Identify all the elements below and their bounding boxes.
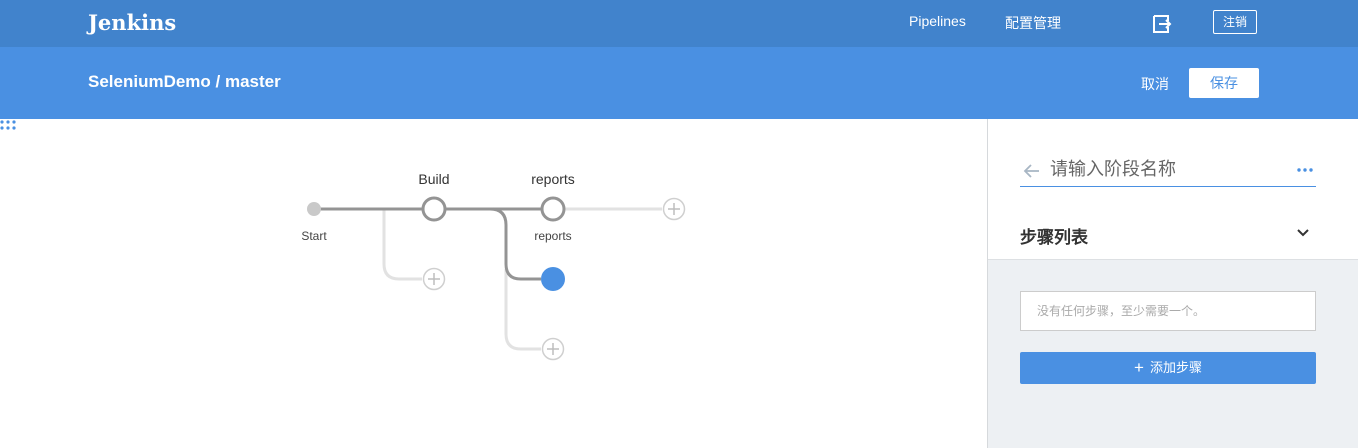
- start-node: [307, 202, 321, 216]
- top-nav-bar: Jenkins Pipelines 配置管理 注销: [0, 0, 1358, 47]
- add-step-button[interactable]: + 添加步骤: [1020, 352, 1316, 384]
- connector-add-parallel-build: [382, 209, 422, 281]
- jenkins-logo[interactable]: Jenkins: [88, 10, 176, 35]
- nav-link-admin[interactable]: 配置管理: [1005, 13, 1061, 33]
- plus-icon: +: [1134, 358, 1144, 377]
- empty-steps-message: 没有任何步骤，至少需要一个。: [1020, 291, 1316, 331]
- arrow-left-icon[interactable]: [1022, 161, 1042, 181]
- grip-dots-icon[interactable]: [0, 119, 16, 131]
- connector-add-parallel-reports: [504, 269, 541, 351]
- steps-section-title[interactable]: 步骤列表: [1020, 223, 1088, 248]
- panel-header: 步骤列表: [988, 119, 1358, 260]
- add-stage-icon[interactable]: [662, 197, 686, 221]
- pipeline-header-bar: SeleniumDemo / master 取消 保存: [0, 47, 1358, 119]
- stage-config-panel: 步骤列表 没有任何步骤，至少需要一个。 + 添加步骤: [987, 119, 1358, 448]
- input-underline: [1020, 186, 1316, 187]
- stage-node-reports[interactable]: [540, 196, 566, 222]
- logout-button[interactable]: 注销: [1213, 10, 1257, 34]
- pipeline-graph-canvas: Build reports Start reports: [0, 119, 987, 448]
- pipeline-graph: [307, 196, 686, 361]
- ellipsis-icon[interactable]: [1297, 167, 1313, 173]
- chevron-down-icon[interactable]: [1296, 226, 1310, 240]
- page-title: SeleniumDemo / master: [88, 72, 281, 91]
- start-label: Start: [301, 229, 327, 243]
- nav-link-pipelines[interactable]: Pipelines: [909, 13, 966, 29]
- node-label-reports: reports: [534, 229, 572, 243]
- add-parallel-build-icon[interactable]: [422, 267, 446, 291]
- cancel-button[interactable]: 取消: [1141, 74, 1169, 94]
- add-parallel-reports-icon[interactable]: [541, 337, 565, 361]
- stage-label-build[interactable]: Build: [418, 171, 449, 187]
- sign-out-icon[interactable]: [1151, 13, 1173, 35]
- add-step-label: 添加步骤: [1149, 360, 1202, 375]
- connector-reports-branch: [489, 207, 541, 281]
- stage-node-selected[interactable]: [541, 267, 565, 291]
- stage-node-build[interactable]: [421, 196, 447, 222]
- save-button[interactable]: 保存: [1189, 68, 1259, 98]
- stage-name-input[interactable]: [1050, 155, 1290, 183]
- stage-label-reports[interactable]: reports: [531, 171, 575, 187]
